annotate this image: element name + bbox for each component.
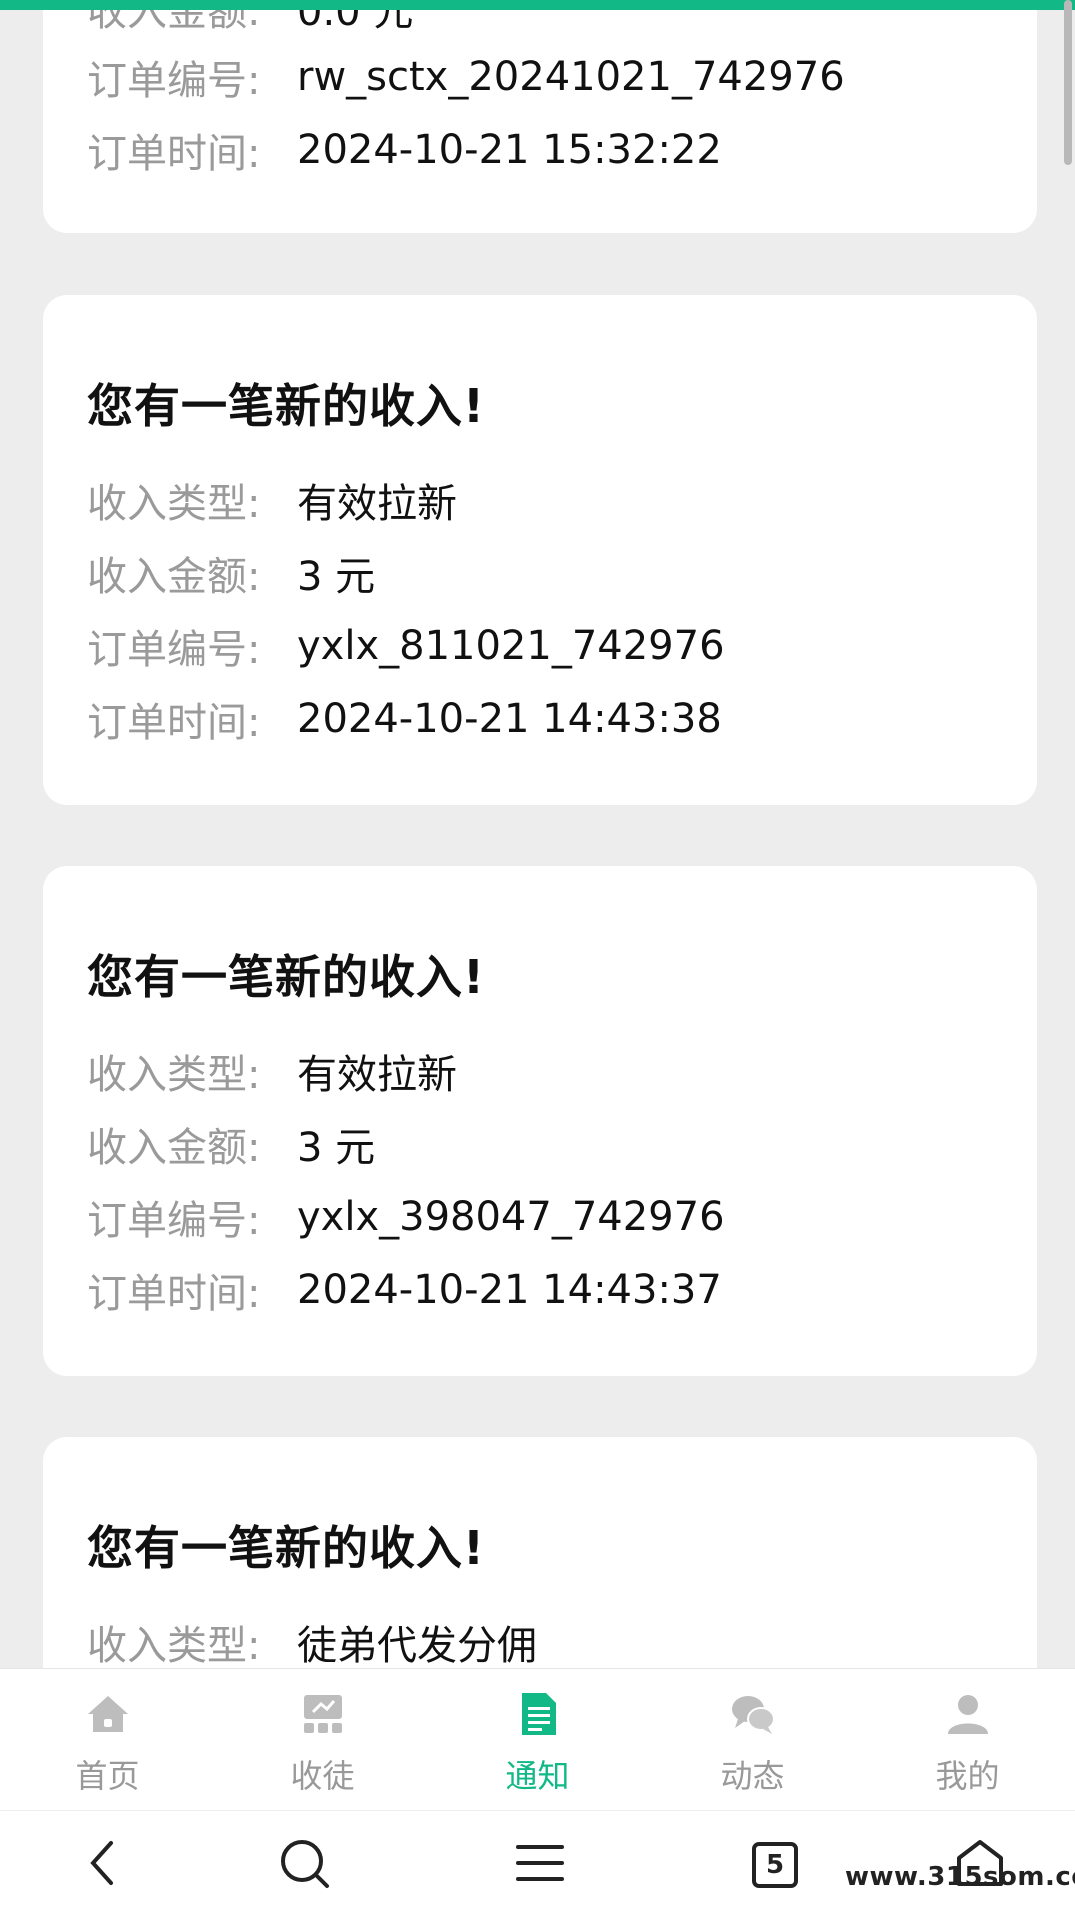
chevron-left-icon (87, 1840, 117, 1890)
row-label: 收入类型: (87, 481, 261, 527)
notification-feed[interactable]: 收入金额: 0.0 元 订单编号: rw_sctx_20241021_74297… (0, 0, 1075, 1668)
tab-label: 通知 (505, 1757, 570, 1795)
income-card: 您有一笔新的收入! 收入类型: 有效拉新 收入金额: 3 元 订单编号: yxl… (43, 866, 1037, 1376)
row-order-id: 订单编号: yxlx_811021_742976 (87, 618, 725, 674)
row-label: 收入金额: (87, 554, 261, 600)
tabs-icon: 5 (751, 1841, 799, 1889)
row-value: 2024-10-21 15:32:22 (297, 127, 722, 173)
row-order-time: 订单时间: 2024-10-21 14:43:38 (87, 691, 722, 747)
tab-moments[interactable]: 动态 (645, 1669, 860, 1810)
row-amount: 收入金额: 3 元 (87, 545, 375, 601)
row-value: 徒弟代发分佣 (297, 1623, 537, 1668)
income-card: 您有一笔新的收入! 收入类型: 徒弟代发分佣 (43, 1437, 1037, 1668)
tab-notice[interactable]: 通知 (430, 1669, 645, 1810)
tab-count: 5 (765, 1850, 785, 1880)
tab-label: 动态 (720, 1757, 785, 1795)
row-label: 订单时间: (87, 700, 261, 746)
tab-apprentice[interactable]: 收徒 (215, 1669, 430, 1810)
row-value: rw_sctx_20241021_742976 (297, 54, 845, 100)
row-value: 有效拉新 (297, 1052, 457, 1098)
menu-button[interactable] (510, 1835, 570, 1895)
row-value: 3 元 (297, 1125, 376, 1171)
row-order-id: 订单编号: rw_sctx_20241021_742976 (87, 49, 845, 105)
row-order-id: 订单编号: yxlx_398047_742976 (87, 1189, 725, 1245)
income-card: 收入金额: 0.0 元 订单编号: rw_sctx_20241021_74297… (43, 0, 1037, 233)
row-label: 收入类型: (87, 1052, 261, 1098)
tab-mine[interactable]: 我的 (860, 1669, 1075, 1810)
chat-icon (730, 1691, 776, 1737)
search-button[interactable] (274, 1835, 334, 1895)
tab-home[interactable]: 首页 (0, 1669, 215, 1810)
notice-icon (515, 1691, 561, 1737)
row-type: 收入类型: 徒弟代发分佣 (87, 1614, 537, 1668)
card-title: 您有一笔新的收入! (87, 1521, 485, 1575)
row-value: 3 元 (297, 554, 376, 600)
row-value: 有效拉新 (297, 481, 457, 527)
menu-icon (516, 1843, 564, 1887)
back-button[interactable] (72, 1835, 132, 1895)
row-label: 订单编号: (87, 58, 261, 104)
row-label: 收入类型: (87, 1623, 261, 1668)
scrollbar[interactable] (1064, 0, 1072, 165)
tab-label: 首页 (75, 1757, 140, 1795)
bottom-tab-bar: 首页 收徒 通知 动态 我的 (0, 1668, 1075, 1810)
search-icon (278, 1837, 330, 1893)
row-type: 收入类型: 有效拉新 (87, 1043, 457, 1099)
row-label: 收入金额: (87, 1125, 261, 1171)
user-icon (945, 1691, 991, 1737)
watermark: www.315som.com (845, 1862, 1075, 1892)
income-card: 您有一笔新的收入! 收入类型: 有效拉新 收入金额: 3 元 订单编号: yxl… (43, 295, 1037, 805)
tab-label: 我的 (935, 1757, 1000, 1795)
row-amount: 收入金额: 3 元 (87, 1116, 375, 1172)
apprentice-icon (300, 1691, 346, 1737)
row-value: 2024-10-21 14:43:37 (297, 1267, 722, 1313)
card-title: 您有一笔新的收入! (87, 379, 485, 433)
row-order-time: 订单时间: 2024-10-21 14:43:37 (87, 1262, 722, 1318)
row-label: 订单时间: (87, 1271, 261, 1317)
row-value: yxlx_811021_742976 (297, 623, 725, 669)
card-title: 您有一笔新的收入! (87, 950, 485, 1004)
top-accent-bar (0, 0, 1075, 10)
row-value: 2024-10-21 14:43:38 (297, 696, 722, 742)
tab-label: 收徒 (290, 1757, 355, 1795)
row-type: 收入类型: 有效拉新 (87, 472, 457, 528)
row-label: 订单编号: (87, 1198, 261, 1244)
row-order-time: 订单时间: 2024-10-21 15:32:22 (87, 122, 722, 178)
row-label: 订单编号: (87, 627, 261, 673)
tabs-button[interactable]: 5 (745, 1835, 805, 1895)
row-value: yxlx_398047_742976 (297, 1194, 725, 1240)
home-icon (85, 1691, 131, 1737)
row-label: 订单时间: (87, 131, 261, 177)
